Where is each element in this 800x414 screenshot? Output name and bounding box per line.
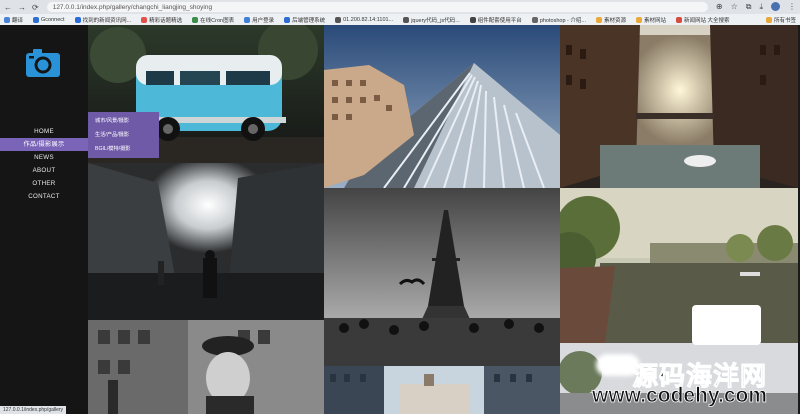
menu-icon[interactable]: ⋮ (788, 2, 796, 12)
bookmark-item[interactable]: 翻译 (4, 16, 23, 24)
bookmark-item[interactable]: 在线Cron图表 (192, 16, 234, 24)
watermark-url: www.codehy.com (592, 384, 768, 408)
photo-image (324, 188, 560, 366)
bookmark-icon (33, 16, 40, 23)
photo-image (88, 163, 324, 320)
menu-item-gallery[interactable]: 作品/摄影展示 (0, 138, 88, 151)
bookmark-item[interactable]: 素材网站 (636, 16, 666, 24)
bookmark-item[interactable]: jquery代码_js代码... (403, 16, 460, 24)
bookmark-item[interactable]: 精彩话题精选 (141, 16, 182, 24)
bookmark-item[interactable]: 素材资源 (595, 16, 626, 24)
bookmark-icon (284, 16, 291, 23)
bookmark-icon (141, 16, 148, 23)
extensions-icon[interactable]: ⧉ (746, 2, 752, 12)
forward-icon[interactable]: → (18, 3, 26, 12)
photo-image (88, 320, 324, 414)
photo-image (560, 25, 798, 188)
menu-item-home[interactable]: HOME (0, 125, 88, 138)
gallery-photo-buildings[interactable] (324, 366, 560, 414)
bookmark-item[interactable]: photoshop - 介绍... (531, 16, 586, 24)
bookmark-item[interactable]: Gconnect (33, 16, 65, 23)
bookmark-icon (192, 16, 199, 23)
gallery-photo-skyscraper[interactable] (324, 25, 560, 188)
all-bookmarks[interactable]: 所有书签 (765, 16, 796, 24)
browser-actions: ⊕ ☆ ⧉ ⤓ ⋮ (716, 2, 796, 12)
bookmarks-bar: 翻译 Gconnect 找到的新闻资讯网... 精彩话题精选 在线Cron图表 … (0, 14, 800, 25)
gallery-submenu: 城市/风景/摄影 生活/产品/摄影 BGIL/模特/摄影 (88, 112, 159, 158)
star-icon[interactable]: ☆ (731, 2, 738, 12)
camera-logo-icon[interactable] (25, 47, 61, 79)
submenu-item-city[interactable]: 城市/风景/摄影 (88, 114, 159, 128)
submenu-item-model[interactable]: BGIL/模特/摄影 (88, 142, 159, 156)
download-icon[interactable]: ⤓ (759, 2, 763, 12)
gallery-photo-statue[interactable] (88, 320, 324, 414)
bookmark-icon (403, 16, 410, 23)
bookmark-item[interactable]: 用户登录 (244, 16, 274, 24)
folder-icon (595, 16, 602, 23)
reload-icon[interactable]: ⟳ (32, 3, 39, 12)
bookmark-icon (676, 16, 683, 23)
gallery-photo-river[interactable] (560, 188, 798, 343)
submenu-item-life[interactable]: 生活/产品/摄影 (88, 128, 159, 142)
bookmark-item[interactable]: 后端管理系统 (284, 16, 325, 24)
browser-nav: ← → ⟳ (4, 3, 39, 12)
menu-item-contact[interactable]: CONTACT (0, 190, 88, 203)
bookmark-icon (531, 16, 538, 23)
bookmark-item[interactable]: 组件配套使用平台 (469, 16, 522, 24)
back-icon[interactable]: ← (4, 3, 12, 12)
sidebar: HOME 作品/摄影展示 NEWS ABOUT OTHER CONTACT (0, 25, 88, 414)
bookmark-icon (335, 16, 342, 23)
avatar[interactable] (771, 2, 780, 11)
folder-icon (636, 16, 642, 23)
photo-image (324, 366, 560, 414)
main-menu: HOME 作品/摄影展示 NEWS ABOUT OTHER CONTACT (0, 125, 88, 203)
gallery-photo-street[interactable] (88, 163, 324, 320)
bookmark-item[interactable]: 找到的新闻资讯网... (74, 16, 131, 24)
folder-icon (765, 16, 772, 23)
bookmark-icon (4, 16, 10, 23)
bookmark-icon (469, 16, 476, 23)
photo-image (324, 25, 560, 188)
status-bar-url: 127.0.0.1/index.php/gallery (0, 406, 67, 414)
menu-item-news[interactable]: NEWS (0, 151, 88, 164)
gallery-photo-eiffel[interactable] (324, 188, 560, 366)
bookmark-item[interactable]: 新闻网站 大全搜索 (676, 16, 730, 24)
gallery-photo-canal[interactable] (560, 25, 798, 188)
address-bar[interactable]: 127.0.0.1/index.php/gallery/changchi_lia… (46, 2, 708, 12)
menu-item-about[interactable]: ABOUT (0, 164, 88, 177)
address-text: 127.0.0.1/index.php/gallery/changchi_lia… (52, 3, 213, 11)
menu-item-other[interactable]: OTHER (0, 177, 88, 190)
bookmark-icon (74, 16, 81, 23)
photo-image (560, 188, 798, 343)
watermark-box (692, 305, 761, 345)
bookmark-icon (244, 16, 251, 23)
bookmark-item[interactable]: 01.200.82.14:1101... (335, 16, 393, 23)
zoom-icon[interactable]: ⊕ (716, 2, 723, 12)
browser-toolbar: ← → ⟳ 127.0.0.1/index.php/gallery/changc… (0, 0, 800, 14)
